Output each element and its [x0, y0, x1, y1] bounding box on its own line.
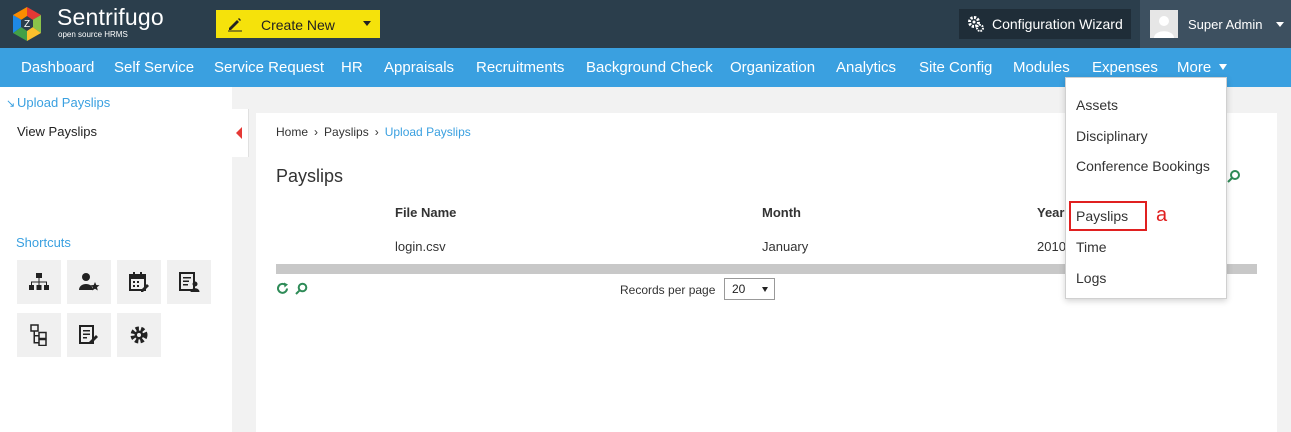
top-bar: Z Sentrifugo open source HRMS Create New… — [0, 0, 1291, 48]
breadcrumb: Home › Payslips › Upload Payslips — [276, 125, 471, 139]
shortcut-settings[interactable] — [117, 313, 161, 357]
document-edit-icon — [79, 325, 98, 344]
breadcrumb-separator: › — [314, 125, 319, 139]
arrow-down-right-icon: ↘ — [6, 98, 16, 110]
shortcut-document-tree[interactable] — [17, 313, 61, 357]
payslips-highlight-box — [1069, 201, 1147, 231]
records-per-page-select[interactable]: 20 — [724, 278, 775, 300]
annotation-label: a — [1156, 204, 1168, 226]
create-new-button[interactable]: Create New — [216, 10, 380, 38]
column-header-year[interactable]: Year — [1037, 205, 1064, 220]
sidebar: ↘ Upload Payslips View Payslips Shortcuts — [0, 87, 232, 432]
menu-item-time[interactable]: Time — [1076, 238, 1216, 257]
nav-hr[interactable]: HR — [341, 59, 363, 76]
nav-expenses[interactable]: Expenses — [1092, 59, 1158, 76]
document-tree-icon — [30, 324, 47, 346]
create-new-label: Create New — [261, 17, 335, 33]
refresh-icon[interactable] — [276, 282, 289, 295]
shortcut-document-edit[interactable] — [67, 313, 111, 357]
nav-appraisals[interactable]: Appraisals — [384, 59, 454, 76]
search-icon[interactable] — [295, 282, 308, 295]
gears-icon — [968, 16, 984, 32]
avatar — [1150, 10, 1178, 38]
nav-modules[interactable]: Modules — [1013, 59, 1070, 76]
chevron-down-icon — [762, 287, 768, 292]
column-header-file-name[interactable]: File Name — [395, 205, 456, 220]
brand-name: Sentrifugo — [57, 4, 164, 30]
chevron-down-icon — [1219, 64, 1227, 70]
calendar-edit-icon — [129, 272, 149, 292]
nav-more[interactable]: More — [1177, 59, 1211, 76]
breadcrumb-current: Upload Payslips — [384, 125, 471, 139]
nav-recruitments[interactable]: Recruitments — [476, 59, 564, 76]
nav-site-config[interactable]: Site Config — [919, 59, 992, 76]
nav-service-request[interactable]: Service Request — [214, 59, 324, 76]
shortcut-user-star[interactable] — [67, 260, 111, 304]
more-menu-dropdown: Assets Disciplinary Conference Bookings … — [1065, 77, 1227, 299]
sidebar-item-upload-payslips[interactable]: ↘ Upload Payslips — [6, 95, 110, 110]
breadcrumb-separator: › — [374, 125, 379, 139]
shortcut-org-chart[interactable] — [17, 260, 61, 304]
nav-organization[interactable]: Organization — [730, 59, 815, 76]
records-per-page-label: Records per page — [620, 283, 716, 297]
menu-item-conference-bookings[interactable]: Conference Bookings — [1076, 157, 1216, 176]
chevron-down-icon — [1276, 22, 1284, 27]
chevron-down-icon — [363, 21, 371, 26]
cell-month: January — [762, 239, 809, 254]
cell-year: 2010 — [1037, 239, 1066, 254]
search-icon[interactable] — [1227, 169, 1241, 183]
shortcuts-title: Shortcuts — [16, 235, 71, 250]
org-chart-icon — [29, 273, 49, 290]
cell-file-name: login.csv — [395, 239, 446, 254]
pencil-icon — [228, 18, 242, 32]
page-title: Payslips — [276, 166, 344, 186]
user-star-icon — [79, 273, 100, 291]
svg-text:Z: Z — [24, 19, 30, 30]
sidebar-item-view-payslips[interactable]: View Payslips — [17, 124, 97, 139]
triangle-left-icon — [236, 127, 242, 139]
records-per-page-value: 20 — [732, 282, 746, 296]
nav-analytics[interactable]: Analytics — [836, 59, 896, 76]
nav-dashboard[interactable]: Dashboard — [21, 59, 94, 76]
nav-self-service[interactable]: Self Service — [114, 59, 194, 76]
user-avatar-icon — [1150, 10, 1178, 38]
breadcrumb-payslips[interactable]: Payslips — [324, 125, 369, 139]
menu-item-disciplinary[interactable]: Disciplinary — [1076, 127, 1216, 146]
menu-item-assets[interactable]: Assets — [1076, 96, 1216, 115]
breadcrumb-home[interactable]: Home — [276, 125, 308, 139]
shortcut-id-card[interactable] — [167, 260, 211, 304]
column-header-month[interactable]: Month — [762, 205, 801, 220]
configuration-wizard-button[interactable]: Configuration Wizard — [959, 9, 1131, 39]
user-menu[interactable]: Super Admin — [1140, 0, 1291, 48]
sentrifugo-logo-icon[interactable]: Z — [8, 5, 46, 43]
id-card-icon — [179, 272, 200, 292]
nav-background-check[interactable]: Background Check — [586, 59, 713, 76]
gear-icon — [130, 326, 148, 344]
user-name: Super Admin — [1188, 17, 1263, 32]
configuration-wizard-label: Configuration Wizard — [992, 16, 1123, 32]
menu-item-logs[interactable]: Logs — [1076, 269, 1216, 288]
sidebar-item-label: Upload Payslips — [17, 95, 111, 110]
sidebar-collapse-toggle[interactable] — [232, 109, 249, 157]
brand-subtitle: open source HRMS — [58, 30, 128, 39]
shortcut-calendar[interactable] — [117, 260, 161, 304]
